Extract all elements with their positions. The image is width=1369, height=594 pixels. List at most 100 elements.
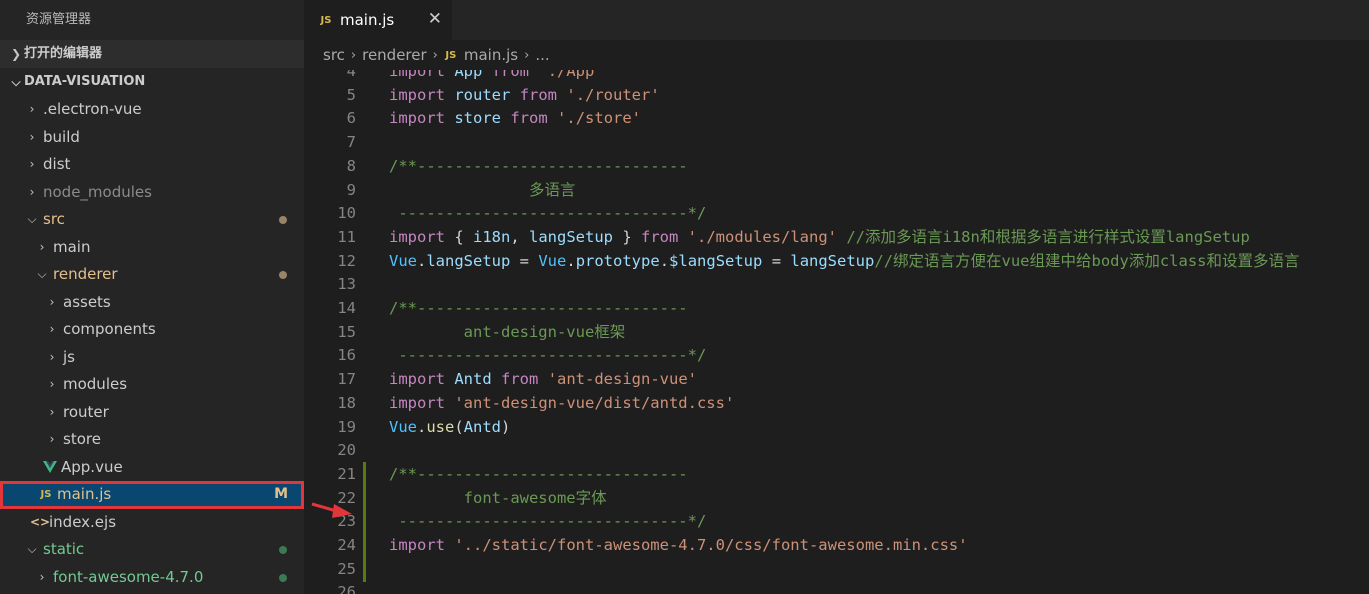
tab-main-js[interactable]: JS main.js ✕ bbox=[304, 0, 452, 40]
line-number: 20 bbox=[337, 441, 356, 460]
code-line[interactable]: 24 import '../static/font-awesome-4.7.0/c… bbox=[304, 534, 1369, 558]
tree-item-label: static bbox=[43, 540, 85, 558]
chevron-right-icon: › bbox=[29, 129, 35, 144]
tree-item-components[interactable]: › components bbox=[0, 316, 304, 344]
chevron-right-icon: › bbox=[49, 349, 55, 364]
tree-item-label: build bbox=[43, 127, 80, 146]
line-number: 8 bbox=[346, 156, 356, 175]
chevron-right-icon: › bbox=[49, 294, 55, 309]
line-number: 5 bbox=[346, 85, 356, 104]
chevron-down-icon: ⌵ bbox=[27, 212, 37, 226]
chevron-right-icon: › bbox=[29, 102, 35, 116]
line-number: 14 bbox=[337, 299, 356, 317]
tree-item-app-vue[interactable]: App.vue bbox=[0, 454, 304, 482]
vue-file-icon bbox=[42, 461, 58, 474]
tree-item-label: node_modules bbox=[43, 182, 152, 201]
code-text: font-awesome字体 bbox=[389, 488, 607, 507]
code-line[interactable]: 19 Vue.use(Antd) bbox=[304, 416, 1369, 440]
tree-item-font-awesome[interactable]: › font-awesome-4.7.0 bbox=[0, 564, 304, 592]
line-number: 10 bbox=[337, 204, 356, 223]
code-text: -------------------------------*/ bbox=[389, 204, 707, 223]
code-file-icon: <> bbox=[30, 514, 51, 529]
code-text: import '../static/font-awesome-4.7.0/css… bbox=[389, 536, 968, 554]
tree-item-label: src bbox=[43, 210, 65, 228]
close-icon[interactable]: ✕ bbox=[428, 9, 442, 29]
tree-item-main-js[interactable]: JS main.js M bbox=[0, 481, 304, 509]
tree-item-static[interactable]: ⌵ static bbox=[0, 536, 304, 564]
open-editors-label: 打开的编辑器 bbox=[24, 46, 103, 61]
line-number: 17 bbox=[337, 370, 356, 389]
git-modified-badge: M bbox=[274, 486, 288, 502]
modified-dot-icon bbox=[279, 216, 287, 224]
line-number: 18 bbox=[337, 393, 356, 412]
added-dot-icon bbox=[279, 573, 287, 582]
line-number: 16 bbox=[337, 346, 356, 365]
code-line[interactable]: 17 import Antd from 'ant-design-vue' bbox=[304, 368, 1369, 392]
code-line[interactable]: 20 bbox=[304, 439, 1369, 463]
code-editor[interactable]: 4 import App from './App' 5 import router f… bbox=[304, 60, 1369, 594]
tree-item-build[interactable]: › build bbox=[0, 124, 304, 152]
tree-item-index-ejs[interactable]: <> index.ejs bbox=[0, 509, 304, 537]
tree-item-js[interactable]: › js bbox=[0, 344, 304, 372]
code-line[interactable]: 8 /**----------------------------- bbox=[304, 155, 1369, 179]
tree-item-label: index.ejs bbox=[49, 512, 117, 531]
tree-item-router[interactable]: › router bbox=[0, 399, 304, 427]
code-line[interactable]: 9 多语言 bbox=[304, 179, 1369, 203]
tree-item-label: main bbox=[53, 237, 91, 256]
tree-item-label: components bbox=[63, 320, 156, 338]
code-text: import router from './router' bbox=[389, 85, 660, 104]
tree-item-store[interactable]: › store bbox=[0, 426, 304, 454]
code-line[interactable]: 23 -------------------------------*/ bbox=[304, 510, 1369, 534]
tab-bar: JS main.js ✕ bbox=[304, 0, 1369, 40]
tree-item-electron-vue[interactable]: › .electron-vue bbox=[0, 96, 304, 124]
breadcrumb-symbols[interactable]: ... bbox=[535, 46, 549, 64]
code-line[interactable]: 6 import store from './store' bbox=[304, 107, 1369, 131]
line-number: 24 bbox=[337, 536, 356, 554]
code-text: Vue.langSetup = Vue.prototype.$langSetup… bbox=[389, 251, 1300, 270]
code-text: /**----------------------------- bbox=[389, 464, 688, 483]
breadcrumb-renderer[interactable]: renderer bbox=[362, 46, 427, 64]
chevron-right-icon: › bbox=[29, 184, 35, 199]
tree-item-label: modules bbox=[63, 375, 128, 393]
breadcrumb-src[interactable]: src bbox=[323, 46, 345, 64]
tree-item-node-modules[interactable]: › node_modules bbox=[0, 179, 304, 207]
tree-item-modules[interactable]: › modules bbox=[0, 371, 304, 399]
code-line[interactable]: 16 -------------------------------*/ bbox=[304, 344, 1369, 368]
code-line[interactable]: 13 bbox=[304, 273, 1369, 297]
tree-item-label: App.vue bbox=[61, 457, 123, 476]
tree-item-label: js bbox=[63, 347, 75, 366]
line-number: 26 bbox=[337, 583, 356, 594]
git-added-gutter-bar bbox=[363, 462, 366, 582]
code-line[interactable]: 15 ant-design-vue框架 bbox=[304, 321, 1369, 345]
code-line[interactable]: 21 /**----------------------------- bbox=[304, 463, 1369, 487]
line-number: 13 bbox=[337, 275, 356, 294]
code-line[interactable]: 14 /**----------------------------- bbox=[304, 297, 1369, 321]
chevron-right-icon: › bbox=[432, 47, 438, 63]
tree-item-dist[interactable]: › dist bbox=[0, 151, 304, 179]
code-line[interactable]: 11 import { i18n, langSetup } from './mod… bbox=[304, 226, 1369, 250]
breadcrumb: src › renderer › JS main.js › ... bbox=[304, 40, 1369, 70]
code-line[interactable]: 18 import 'ant-design-vue/dist/antd.css' bbox=[304, 392, 1369, 416]
js-file-icon: JS bbox=[40, 489, 52, 500]
code-line[interactable]: 25 bbox=[304, 558, 1369, 582]
chevron-right-icon: › bbox=[49, 322, 55, 336]
tree-item-main[interactable]: › main bbox=[0, 234, 304, 262]
code-line[interactable]: 7 bbox=[304, 131, 1369, 155]
open-editors-section[interactable]: ❯ 打开的编辑器 bbox=[0, 40, 304, 68]
code-line[interactable]: 10 -------------------------------*/ bbox=[304, 202, 1369, 226]
chevron-right-icon: › bbox=[39, 569, 45, 584]
tree-item-src[interactable]: ⌵ src bbox=[0, 206, 304, 234]
project-section[interactable]: ⌵ DATA-VISUATION bbox=[0, 68, 304, 96]
tree-item-assets[interactable]: › assets bbox=[0, 289, 304, 317]
explorer-sidebar: 资源管理器 ❯ 打开的编辑器 ⌵ DATA-VISUATION › .elect… bbox=[0, 0, 304, 594]
code-line[interactable]: 5 import router from './router' bbox=[304, 84, 1369, 108]
code-line[interactable]: 26 bbox=[304, 581, 1369, 594]
chevron-right-icon: › bbox=[524, 47, 530, 63]
code-line[interactable]: 22 font-awesome字体 bbox=[304, 487, 1369, 511]
tree-item-label: main.js bbox=[57, 485, 112, 503]
breadcrumb-file[interactable]: main.js bbox=[464, 46, 518, 64]
code-line[interactable]: 12 Vue.langSetup = Vue.prototype.$langSet… bbox=[304, 250, 1369, 274]
chevron-down-icon: ⌵ bbox=[37, 267, 47, 281]
tab-label: main.js bbox=[340, 11, 395, 29]
tree-item-renderer[interactable]: ⌵ renderer bbox=[0, 261, 304, 289]
